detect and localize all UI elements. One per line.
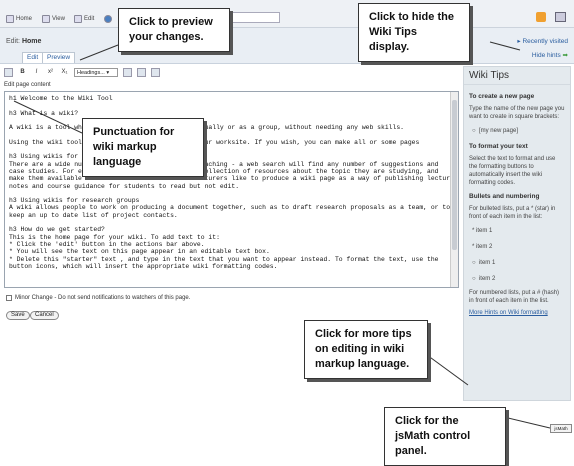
page-title: Edit: Home (6, 38, 42, 45)
editor-label: Edit page content (4, 82, 51, 88)
superscript-button[interactable]: x² (46, 68, 55, 77)
insert-link-icon[interactable] (137, 67, 146, 77)
callout-hide-tips: Click to hide the Wiki Tips display. (358, 3, 470, 62)
tab-preview[interactable]: Preview (42, 52, 76, 63)
tips-create-text: Type the name of the new page you want t… (469, 106, 565, 120)
minor-change-checkbox[interactable] (6, 295, 12, 301)
callout-more-tips: Click for more tips on editing in wiki m… (304, 320, 428, 379)
table-icon[interactable] (123, 67, 132, 77)
attach-icon[interactable] (151, 67, 160, 77)
callout-preview: Click to preview your changes. (118, 8, 230, 52)
info-icon (104, 14, 112, 23)
hide-hints-link[interactable]: Hide hints ➡ (532, 51, 568, 59)
headings-select[interactable]: Headings... ▾ (74, 67, 118, 77)
subscript-button[interactable]: X₁ (60, 68, 69, 77)
page-content-textarea[interactable]: h1 Welcome to the Wiki Tool h3 What is a… (4, 91, 459, 288)
recently-visited-link[interactable]: ▸ Recently visited (517, 37, 568, 45)
editor-text[interactable]: h1 Welcome to the Wiki Tool h3 What is a… (5, 92, 458, 273)
callout-punctuation: Punctuation for wiki markup language (82, 118, 204, 177)
callout-jsmath: Click for the jsMath control panel. (384, 407, 506, 466)
image-icon[interactable] (4, 67, 13, 77)
minor-change-option[interactable]: Minor Change - Do not send notifications… (6, 295, 190, 301)
home-icon (6, 14, 14, 23)
tips-bullets-heading: Bullets and numbering (469, 193, 540, 200)
top-action-bar: Home View Edit (0, 0, 574, 28)
tips-numbered-text: For numbered lists, put a # (hash) in fr… (469, 290, 560, 304)
tips-bullets-text: For bulleted lists, put a * (star) in fr… (469, 206, 556, 220)
edit-header: Edit: Home Edit Preview ▸ Recently visit… (0, 28, 574, 64)
cancel-button[interactable]: Cancel (30, 311, 59, 320)
tips-format-heading: To format your text (469, 143, 528, 150)
print-icon[interactable] (555, 12, 566, 22)
bold-button[interactable]: B (18, 68, 27, 77)
info-link[interactable] (104, 13, 112, 24)
tips-create-example: ○ [my new page] (472, 128, 518, 134)
edit-icon (74, 14, 82, 23)
home-link[interactable]: Home (6, 13, 32, 24)
wiki-tips-panel: Wiki Tips To create a new page Type the … (463, 66, 571, 401)
view-link[interactable]: View (42, 13, 65, 24)
tips-number-1: ○ item 1 (472, 260, 496, 266)
tips-bullet-2: * item 2 (472, 244, 493, 250)
tips-create-heading: To create a new page (469, 93, 535, 100)
tips-format-text: Select the text to format and use the fo… (469, 156, 556, 186)
format-toolbar: B I x² X₁ Headings... ▾ (4, 66, 459, 78)
rss-icon[interactable] (536, 12, 546, 22)
save-button[interactable]: Save (6, 311, 30, 320)
edit-link[interactable]: Edit (74, 13, 94, 24)
view-icon (42, 14, 50, 23)
italic-button[interactable]: I (32, 68, 41, 77)
scrollbar-thumb[interactable] (452, 100, 457, 250)
more-hints-link[interactable]: More Hints on Wiki formatting (469, 310, 548, 316)
tab-edit[interactable]: Edit (22, 52, 44, 63)
tips-bullet-1: * item 1 (472, 228, 493, 234)
tips-number-2: ○ item 2 (472, 276, 496, 282)
jsmath-button[interactable]: jsMath (550, 424, 572, 433)
arrow-right-icon: ➡ (562, 52, 568, 59)
editor-scrollbar[interactable] (450, 92, 458, 287)
tips-title: Wiki Tips (464, 67, 570, 85)
